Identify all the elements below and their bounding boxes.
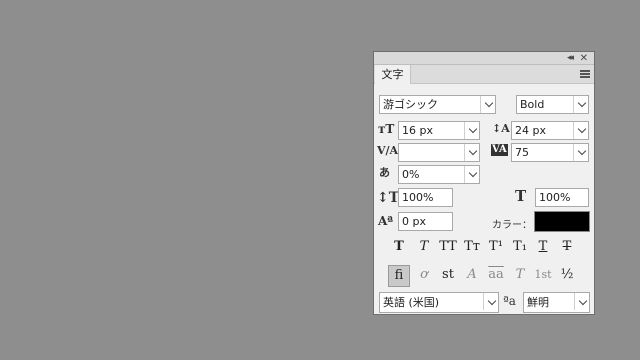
- superscript-button[interactable]: T¹: [485, 238, 507, 256]
- font-style-value: Bold: [520, 98, 545, 111]
- close-icon[interactable]: ✕: [580, 52, 588, 65]
- chevron-down-icon: [468, 146, 478, 156]
- vertical-scale-icon: ↕T: [377, 190, 400, 206]
- strikethrough-button[interactable]: T: [556, 238, 578, 256]
- font-family-select[interactable]: 游ゴシック: [379, 95, 496, 114]
- fractions-button[interactable]: ½: [556, 266, 578, 284]
- underline-button[interactable]: T: [532, 238, 554, 256]
- color-label: カラー：: [492, 220, 532, 231]
- antialias-select[interactable]: 鮮明: [523, 292, 590, 313]
- font-style-select[interactable]: Bold: [516, 95, 589, 114]
- collapse-icon[interactable]: ◂◂: [567, 52, 574, 65]
- leading-field[interactable]: 24 px: [511, 121, 589, 140]
- chevron-down-icon: [578, 296, 588, 306]
- ligatures-button[interactable]: fi: [388, 265, 410, 287]
- color-swatch[interactable]: [534, 211, 590, 232]
- horizontal-scale-field[interactable]: 100%: [535, 188, 589, 207]
- subscript-button[interactable]: T₁: [509, 238, 531, 256]
- faux-italic-button[interactable]: T: [413, 238, 435, 256]
- all-caps-button[interactable]: TT: [437, 238, 459, 256]
- tsume-icon: あ: [379, 166, 390, 179]
- vertical-scale-field[interactable]: 100%: [398, 188, 453, 207]
- font-size-value: 16 px: [402, 124, 433, 137]
- kerning-icon: V/A: [377, 144, 399, 157]
- language-value: 英語 (米国): [383, 296, 440, 309]
- font-family-value: 游ゴシック: [383, 98, 438, 111]
- tab-character[interactable]: 文字: [375, 65, 411, 84]
- horizontal-scale-value: 100%: [539, 191, 571, 204]
- panel-menu-icon[interactable]: [580, 70, 590, 78]
- baseline-shift-field[interactable]: 0 px: [398, 212, 453, 231]
- ordinals-button[interactable]: 1st: [532, 266, 554, 284]
- panel-tabbar: 文字: [374, 65, 594, 84]
- chevron-down-icon: [487, 296, 497, 306]
- stylistic-button[interactable]: T: [509, 266, 531, 284]
- vertical-scale-value: 100%: [402, 191, 434, 204]
- chevron-down-icon: [468, 168, 478, 178]
- font-size-field[interactable]: 16 px: [398, 121, 480, 140]
- contextual-alternates-button[interactable]: aa: [485, 266, 507, 284]
- horizontal-scale-icon: T: [515, 187, 527, 205]
- swash-button[interactable]: st: [437, 266, 459, 284]
- discretionary-ligatures-button[interactable]: ơ: [413, 266, 435, 284]
- tsume-field[interactable]: 0%: [398, 165, 480, 184]
- kerning-field[interactable]: [398, 143, 480, 162]
- antialias-icon-label: a: [508, 294, 516, 308]
- antialias-icon: ªa: [503, 294, 516, 308]
- leading-value: 24 px: [515, 124, 546, 137]
- language-select[interactable]: 英語 (米国): [379, 292, 499, 313]
- small-caps-button[interactable]: Tт: [461, 238, 483, 256]
- chevron-down-icon: [577, 146, 587, 156]
- chevron-down-icon: [484, 98, 494, 108]
- font-size-icon: ᴛT: [378, 122, 395, 136]
- leading-icon: ↕A: [492, 122, 510, 135]
- baseline-shift-value: 0 px: [402, 215, 426, 228]
- character-panel: ◂◂ ✕ 文字 游ゴシック Bold ᴛT 16 px ↕A 24 px V/A…: [373, 51, 595, 315]
- titling-button[interactable]: A: [461, 266, 483, 284]
- tracking-value: 75: [515, 146, 529, 159]
- tracking-icon: VA: [491, 144, 508, 156]
- chevron-down-icon: [468, 124, 478, 134]
- baseline-shift-icon: Aª: [378, 214, 394, 228]
- tracking-field[interactable]: 75: [511, 143, 589, 162]
- antialias-value: 鮮明: [527, 296, 549, 309]
- faux-bold-button[interactable]: T: [388, 238, 410, 256]
- tsume-value: 0%: [402, 168, 420, 181]
- chevron-down-icon: [577, 124, 587, 134]
- panel-titlebar: ◂◂ ✕: [374, 52, 594, 65]
- chevron-down-icon: [577, 98, 587, 108]
